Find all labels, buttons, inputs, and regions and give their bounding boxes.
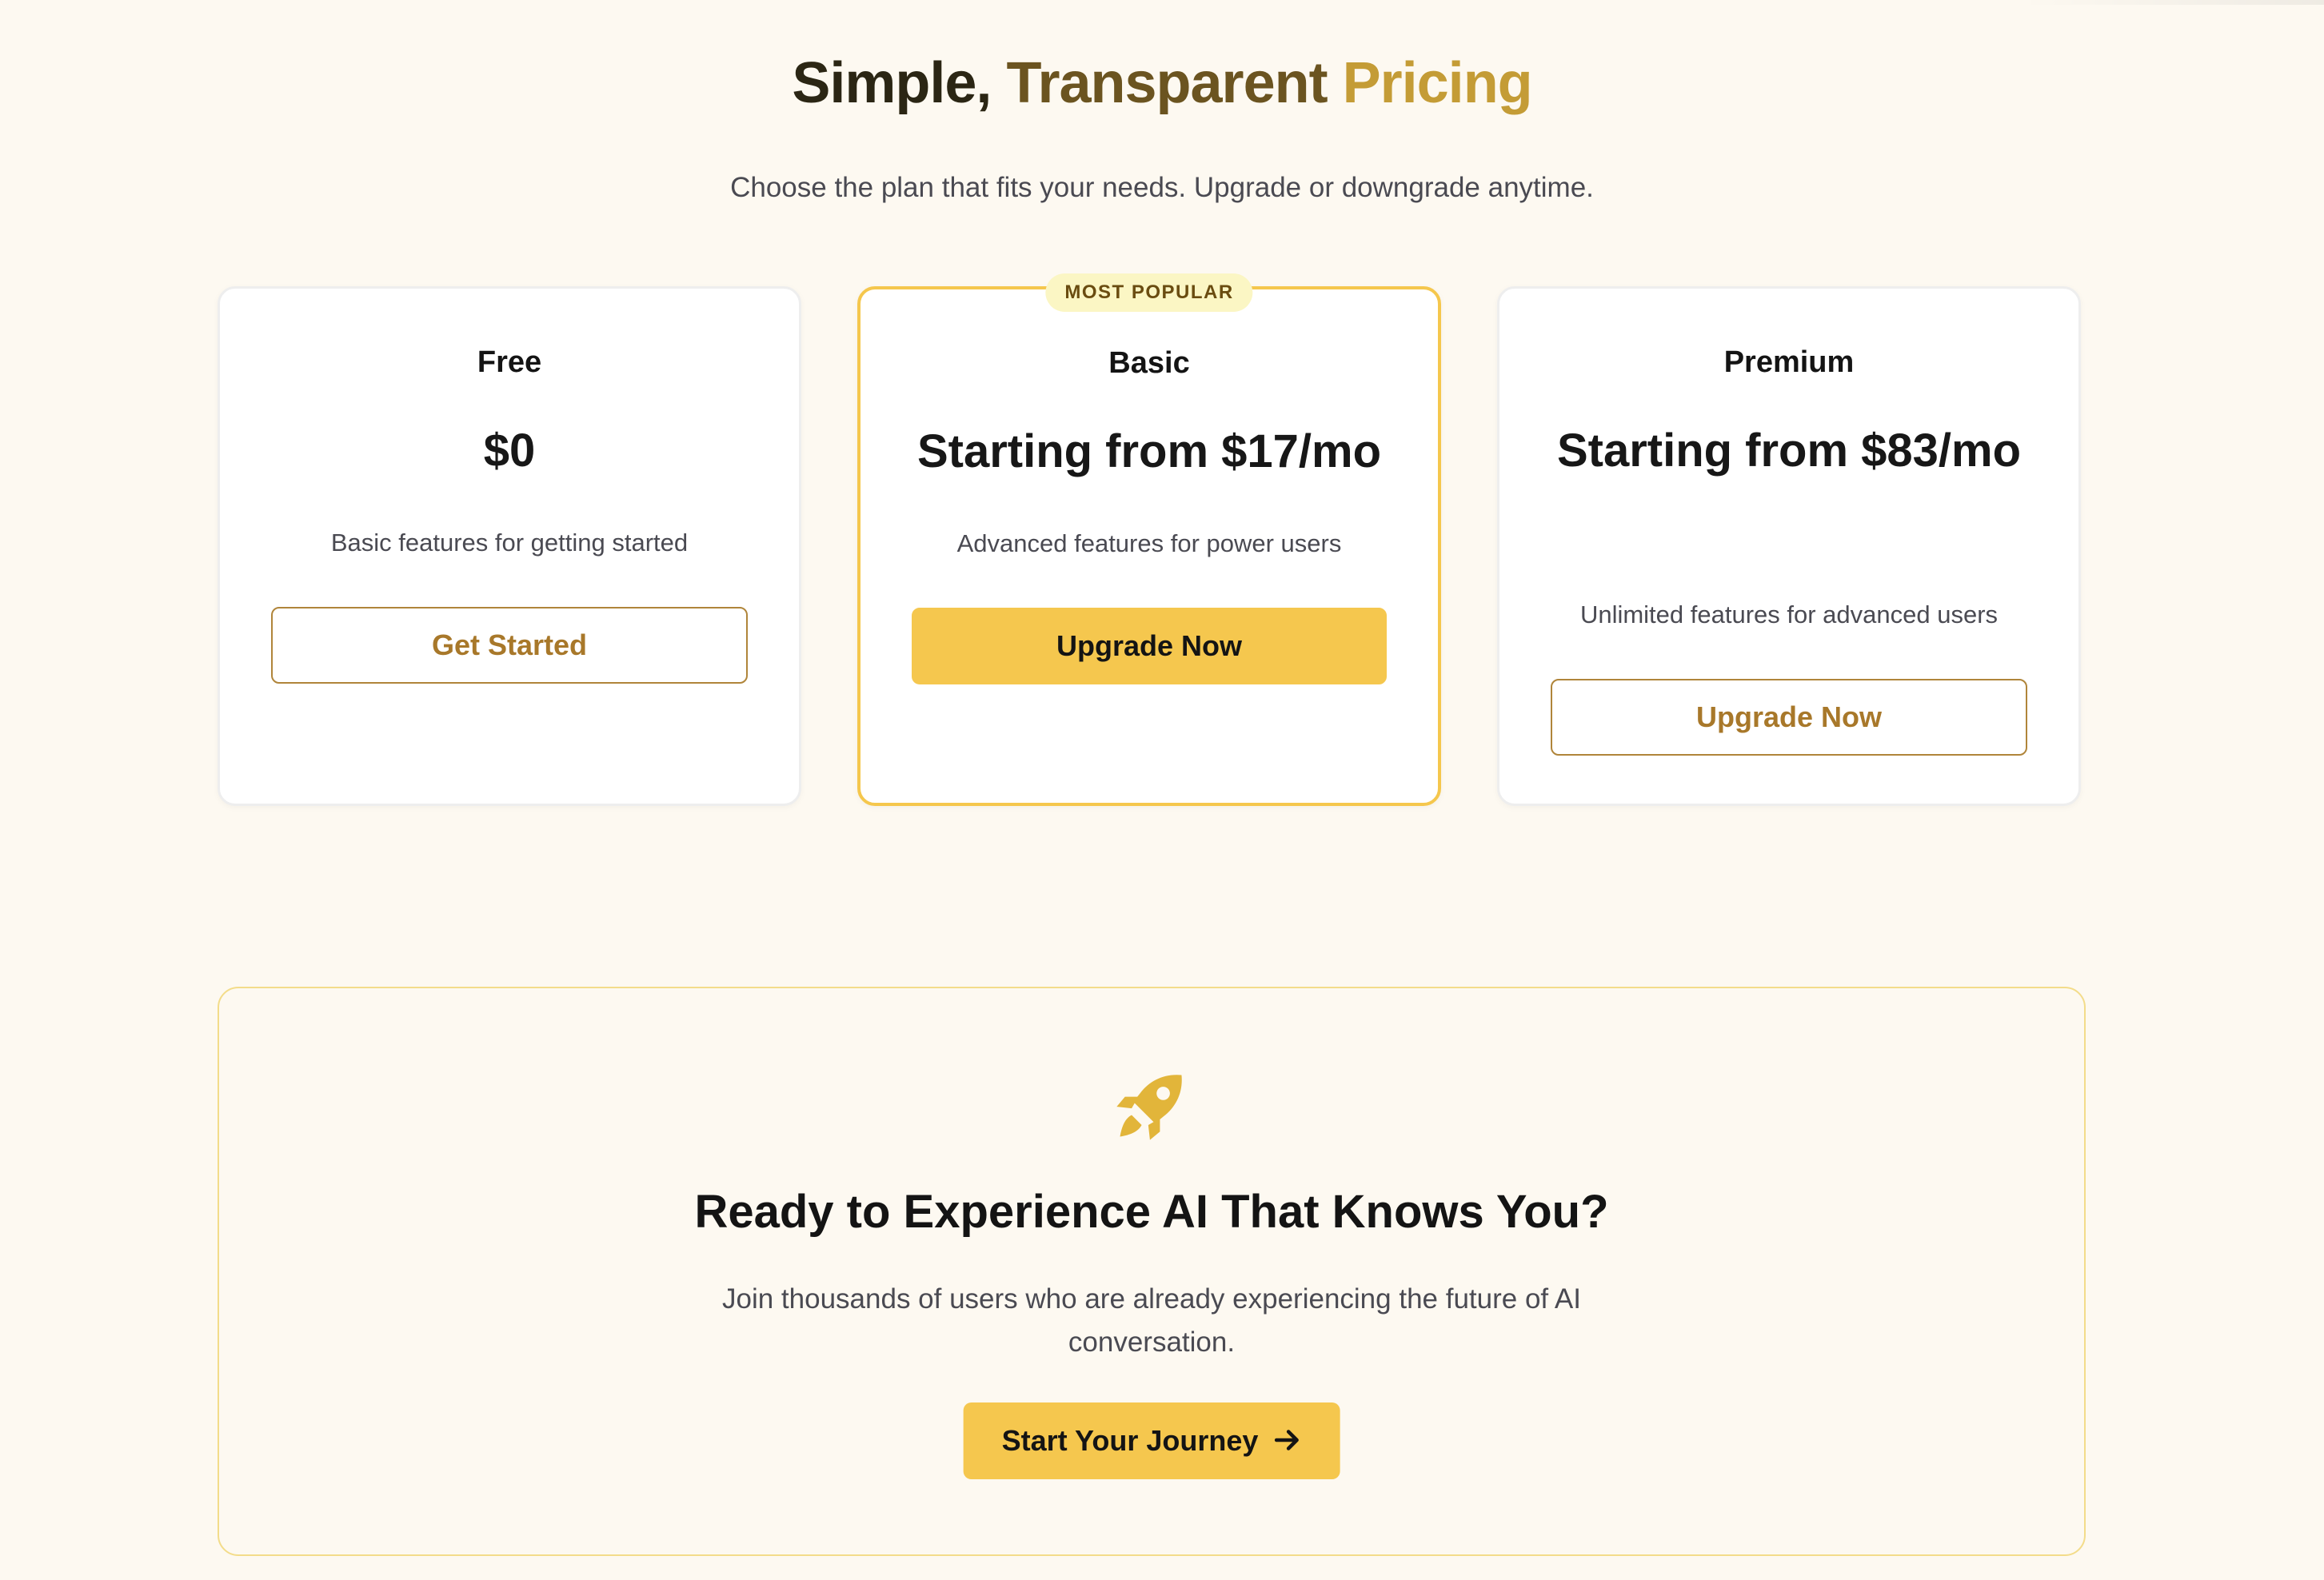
pricing-page: Simple, Transparent Pricing Choose the p… [0,0,2324,1580]
start-journey-button[interactable]: Start Your Journey [963,1402,1340,1479]
plan-description: Basic features for getting started [330,529,689,557]
plan-card-basic: MOST POPULAR Basic Starting from $17/mo … [857,273,1441,806]
top-right-shadow-edge [2020,0,2324,5]
plan-card-premium: Premium Starting from $83/mo Unlimited f… [1497,286,2081,806]
plan-price: Starting from $83/mo [1556,425,2022,477]
plan-description: Unlimited features for advanced users [1579,600,1999,628]
cta-section: Ready to Experience AI That Knows You? J… [218,987,2086,1556]
pricing-cards: Free $0 Basic features for getting start… [218,273,2086,809]
upgrade-basic-button[interactable]: Upgrade Now [912,608,1387,684]
arrow-right-icon [1274,1430,1299,1451]
page-subtitle: Choose the plan that fits your needs. Up… [730,172,1594,203]
plan-name: Basic [1108,346,1190,380]
plan-name: Premium [1723,345,1855,379]
upgrade-premium-button[interactable]: Upgrade Now [1551,679,2027,756]
plan-name: Free [477,345,542,379]
most-popular-badge: MOST POPULAR [1045,273,1253,312]
plan-price: $0 [483,425,536,477]
get-started-button[interactable]: Get Started [271,607,748,684]
rocket-icon [1116,1075,1182,1140]
title-word-transparent: Transparent [1006,51,1328,115]
page-title: Simple, Transparent Pricing [0,46,2324,120]
plan-description: Advanced features for power users [956,529,1342,557]
title-word-pricing: Pricing [1342,51,1533,115]
title-word-simple: Simple, [792,51,992,115]
start-journey-label: Start Your Journey [1001,1424,1259,1457]
plan-card-free: Free $0 Basic features for getting start… [218,286,801,806]
cta-subtitle: Join thousands of users who are already … [722,1283,1581,1358]
cta-title: Ready to Experience AI That Knows You? [694,1186,1609,1238]
plan-price: Starting from $17/mo [916,425,1382,477]
